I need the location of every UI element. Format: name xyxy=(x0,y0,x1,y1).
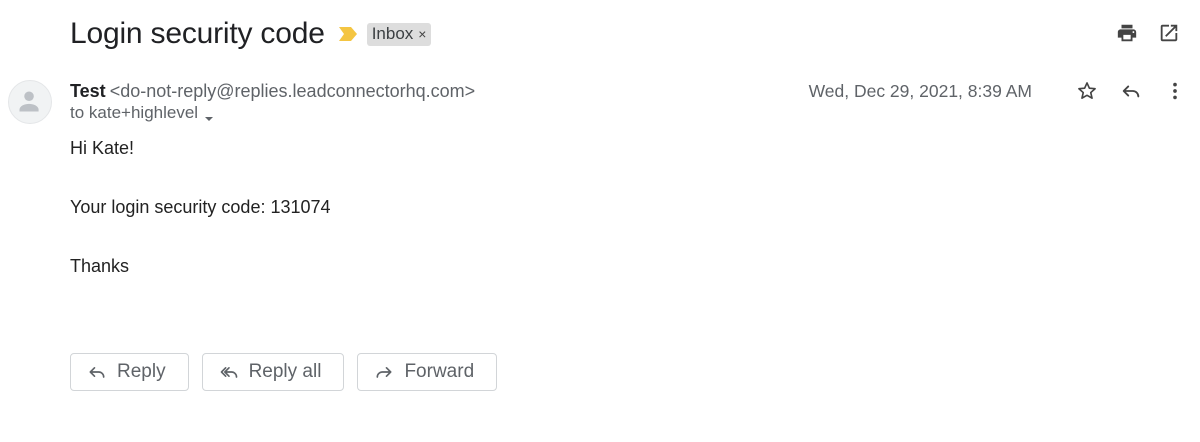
email-view: Login security code Inbox × Test <do-not… xyxy=(0,0,1200,442)
reply-button[interactable]: Reply xyxy=(70,353,189,391)
reply-button-label: Reply xyxy=(117,361,166,382)
recipient-text: to kate+highlevel xyxy=(70,103,199,122)
forward-button-label: Forward xyxy=(404,361,475,382)
reply-icon xyxy=(89,367,105,378)
body-signoff: Thanks xyxy=(70,256,130,276)
reply-actions: Reply Reply all Forward xyxy=(70,353,510,391)
label-chip-text: Inbox xyxy=(371,23,414,43)
sender-block: Test <do-not-reply@replies.leadconnectorh… xyxy=(70,80,475,124)
remove-label-button[interactable]: × xyxy=(418,26,426,42)
default-avatar-icon xyxy=(19,91,39,112)
sender-avatar xyxy=(8,80,52,124)
recipient-details-chevron-down-icon[interactable] xyxy=(204,108,214,121)
print-icon[interactable] xyxy=(1116,22,1138,44)
body-code-line: Your login security code: 131074 xyxy=(70,197,331,217)
message-meta: Wed, Dec 29, 2021, 8:39 AM xyxy=(809,80,1186,102)
subject-row: Login security code Inbox × xyxy=(70,14,432,54)
label-chip-inbox: Inbox × xyxy=(366,22,432,46)
more-vert-icon[interactable] xyxy=(1164,80,1186,102)
recipient-line: to kate+highlevel xyxy=(70,102,475,124)
reply-all-button[interactable]: Reply all xyxy=(201,353,345,391)
email-body: Hi Kate! Your login security code: 13107… xyxy=(70,137,331,277)
forward-button[interactable]: Forward xyxy=(357,353,498,391)
email-subject: Login security code xyxy=(70,17,325,50)
sender-email: <do-not-reply@replies.leadconnectorhq.co… xyxy=(109,81,476,101)
top-actions xyxy=(1116,22,1180,44)
message-date: Wed, Dec 29, 2021, 8:39 AM xyxy=(808,80,1032,101)
reply-all-icon xyxy=(220,367,237,378)
star-icon[interactable] xyxy=(1076,80,1098,102)
sender-line: Test <do-not-reply@replies.leadconnectorh… xyxy=(70,80,475,102)
body-greeting: Hi Kate! xyxy=(70,138,135,158)
sender-name[interactable]: Test xyxy=(70,81,106,101)
forward-icon xyxy=(376,367,392,378)
open-in-new-window-icon[interactable] xyxy=(1158,22,1180,44)
reply-all-button-label: Reply all xyxy=(248,361,322,382)
reply-icon[interactable] xyxy=(1120,80,1142,102)
importance-marker-icon[interactable] xyxy=(338,27,357,41)
